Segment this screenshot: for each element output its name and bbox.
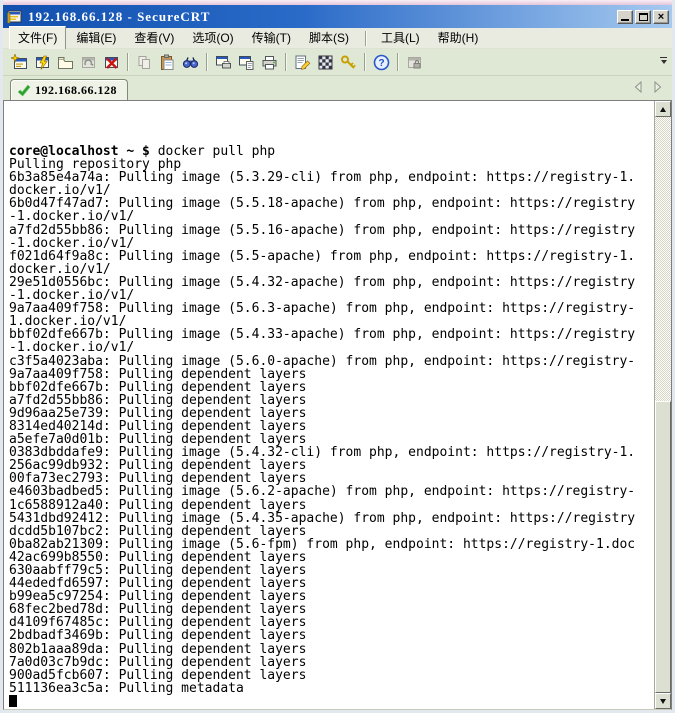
key-icon [340, 54, 357, 71]
session-tab[interactable]: 192.168.66.128 [10, 79, 128, 100]
toolbar-overflow-button[interactable] [659, 57, 668, 67]
reconnect-button[interactable] [77, 51, 100, 73]
toolbar-separator [397, 53, 399, 71]
close-button[interactable]: × [653, 10, 669, 24]
print-preview-icon [215, 54, 232, 71]
securecrt-app-icon[interactable] [7, 9, 23, 25]
toolbar-separator [206, 53, 208, 71]
session-options-icon [294, 54, 311, 71]
connected-check-icon [17, 83, 31, 97]
menu-transfer[interactable]: 传输(T) [244, 27, 299, 49]
scroll-down-button[interactable] [655, 693, 671, 709]
terminal-cursor [9, 695, 17, 707]
reconnect-icon [80, 54, 97, 71]
securecrt-window: 192.168.66.128 - SecureCRT × 文件(F) 编辑(E)… [0, 0, 675, 713]
connect-icon [34, 54, 51, 71]
scroll-down-icon [660, 699, 666, 704]
menu-edit[interactable]: 编辑(E) [68, 27, 124, 49]
session-locked-button[interactable] [403, 51, 426, 73]
print-setup-button[interactable] [235, 51, 258, 73]
minimize-icon [621, 19, 629, 21]
print-setup-icon [238, 54, 255, 71]
copy-icon [136, 54, 153, 71]
paste-button[interactable] [156, 51, 179, 73]
paste-icon [159, 54, 176, 71]
svg-text:?: ? [378, 58, 384, 69]
terminal-output: Pulling repository php 6b3a85e4a74a: Pul… [9, 157, 635, 696]
close-icon: × [658, 12, 664, 22]
connect-in-tab-button[interactable] [54, 51, 77, 73]
toolbar: ? [3, 49, 672, 76]
session-options-button[interactable] [291, 51, 314, 73]
quick-connect-icon [11, 54, 28, 71]
minimize-button[interactable] [617, 10, 633, 24]
terminal-screen[interactable]: core@localhost ~ $ docker pull php Pulli… [4, 101, 654, 709]
print-preview-button[interactable] [212, 51, 235, 73]
keymap-editor-icon [317, 54, 334, 71]
help-button[interactable]: ? [370, 51, 393, 73]
quick-connect-button[interactable] [8, 51, 31, 73]
find-icon [182, 54, 199, 71]
menu-view[interactable]: 查看(V) [126, 27, 182, 49]
tab-scroll-left-icon[interactable] [634, 81, 643, 93]
toolbar-overflow-icon [660, 57, 667, 58]
menu-separator [365, 31, 367, 46]
toolbar-separator [127, 53, 129, 71]
tab-bar: 192.168.66.128 [3, 76, 672, 100]
print-icon [261, 54, 278, 71]
vertical-scrollbar[interactable] [654, 101, 671, 709]
tab-scroll-right-icon[interactable] [653, 81, 662, 93]
menu-tools[interactable]: 工具(L) [373, 27, 428, 49]
toolbar-separator [364, 53, 366, 71]
menu-help[interactable]: 帮助(H) [430, 27, 487, 49]
key-generation-button[interactable] [337, 51, 360, 73]
copy-button[interactable] [133, 51, 156, 73]
window-title: 192.168.66.128 - SecureCRT [28, 9, 617, 25]
toolbar-separator [285, 53, 287, 71]
keymap-editor-button[interactable] [314, 51, 337, 73]
maximize-button[interactable] [635, 10, 651, 24]
menu-script[interactable]: 脚本(S) [301, 27, 357, 49]
terminal-area: core@localhost ~ $ docker pull php Pulli… [3, 100, 672, 710]
titlebar[interactable]: 192.168.66.128 - SecureCRT × [3, 5, 672, 28]
find-button[interactable] [179, 51, 202, 73]
menu-file[interactable]: 文件(F) [9, 26, 66, 50]
scroll-up-button[interactable] [655, 101, 671, 117]
connect-in-tab-icon [57, 54, 74, 71]
connect-button[interactable] [31, 51, 54, 73]
scroll-up-icon [660, 107, 666, 112]
print-button[interactable] [258, 51, 281, 73]
disconnect-button[interactable] [100, 51, 123, 73]
session-tab-label: 192.168.66.128 [35, 83, 117, 98]
maximize-icon [639, 13, 648, 21]
menu-bar: 文件(F) 编辑(E) 查看(V) 选项(O) 传输(T) 脚本(S) 工具(L… [3, 28, 672, 49]
help-icon: ? [373, 54, 390, 71]
disconnect-icon [103, 54, 120, 71]
scrollbar-thumb[interactable] [655, 401, 671, 693]
session-locked-icon [406, 54, 423, 71]
menu-options[interactable]: 选项(O) [184, 27, 241, 49]
